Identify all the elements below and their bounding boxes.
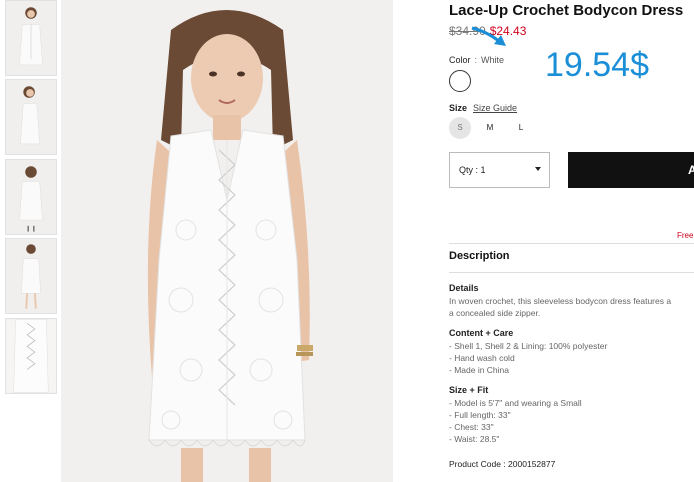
fit-line: - Full length: 33"	[449, 410, 511, 420]
add-to-bag-button[interactable]: A	[568, 152, 694, 188]
add-to-bag-label: A	[688, 163, 694, 177]
color-swatch-white[interactable]	[449, 70, 471, 92]
fit-line: - Model is 5'7" and wearing a Small	[449, 398, 582, 408]
color-value: White	[481, 55, 505, 65]
dropdown-arrow-icon	[535, 167, 541, 171]
thumbnail-detail[interactable]	[5, 318, 57, 394]
details-line: In woven crochet, this sleeveless bodyco…	[449, 296, 672, 306]
thumbnail-side[interactable]	[5, 79, 57, 155]
thumbnail-full[interactable]	[5, 238, 57, 314]
description-heading[interactable]: Description	[449, 250, 510, 262]
color-label-row: Color: White	[449, 55, 504, 65]
main-product-image	[61, 0, 393, 482]
size-fit-title: Size + Fit	[449, 385, 489, 395]
details-line: a concealed side zipper.	[449, 308, 541, 318]
quantity-value: Qty : 1	[459, 165, 486, 175]
fit-line: - Chest: 33"	[449, 422, 494, 432]
content-line: - Hand wash cold	[449, 353, 515, 363]
product-code: Product Code : 2000152877	[449, 459, 556, 469]
size-option-s[interactable]: S	[449, 117, 471, 139]
divider-bottom	[449, 272, 694, 273]
free-shipping-link[interactable]: Free	[677, 231, 693, 240]
quantity-select[interactable]: Qty : 1	[449, 152, 550, 188]
color-label: Color	[449, 55, 471, 65]
size-guide-link[interactable]: Size Guide	[473, 103, 517, 113]
annotation-price: 19.54$	[545, 46, 649, 84]
size-label: Size	[449, 103, 468, 113]
size-option-l[interactable]: L	[510, 117, 532, 139]
size-label-row: Size Size Guide	[449, 103, 517, 113]
divider-top	[449, 243, 694, 244]
annotation-arrow-icon	[471, 26, 506, 46]
thumbnail-front[interactable]	[5, 0, 57, 76]
fit-line: - Waist: 28.5"	[449, 434, 500, 444]
product-title: Lace-Up Crochet Bodycon Dress	[449, 2, 684, 19]
content-line: - Shell 1, Shell 2 & Lining: 100% polyes…	[449, 341, 608, 351]
size-option-m[interactable]: M	[479, 117, 501, 139]
details-title: Details	[449, 283, 479, 293]
content-care-title: Content + Care	[449, 328, 514, 338]
thumbnail-back[interactable]	[5, 159, 57, 235]
color-separator: :	[474, 55, 478, 65]
content-line: - Made in China	[449, 365, 510, 375]
